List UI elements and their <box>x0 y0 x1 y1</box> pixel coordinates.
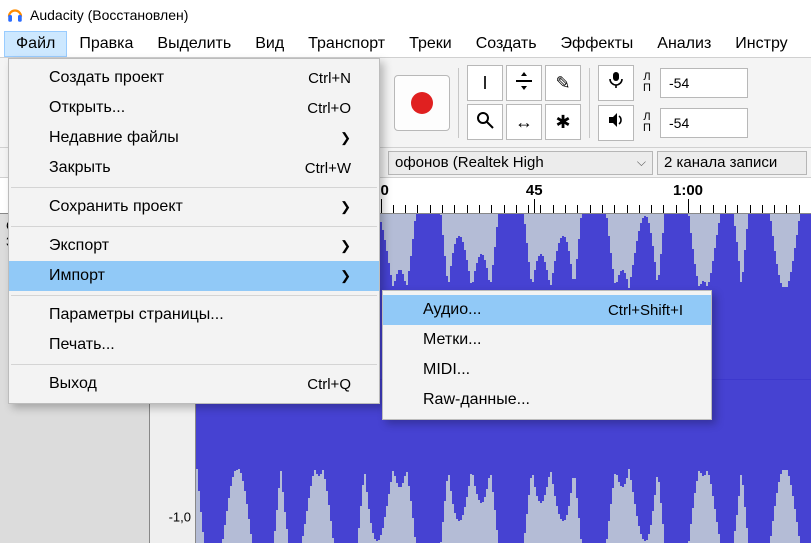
record-button[interactable] <box>394 75 450 131</box>
recording-meter[interactable]: -54 <box>660 68 748 98</box>
menu-tools[interactable]: Инстру <box>723 31 799 57</box>
edit-tool-grid: I ✎ ↔ ✱ <box>467 65 581 140</box>
menu-separator <box>11 226 377 227</box>
menubar: Файл Правка Выделить Вид Транспорт Треки… <box>0 30 811 58</box>
menu-item-print[interactable]: Печать... <box>9 330 379 360</box>
menu-item-label: Raw-данные... <box>423 391 530 409</box>
speaker-icon <box>607 111 625 134</box>
file-menu-dropdown: Создать проект Ctrl+N Открыть... Ctrl+O … <box>8 58 380 404</box>
speaker-meter-button[interactable] <box>598 105 634 141</box>
menu-item-exit[interactable]: Выход Ctrl+Q <box>9 369 379 399</box>
menu-item-label: Открыть... <box>49 99 125 117</box>
menu-item-save-project[interactable]: Сохранить проект ❯ <box>9 192 379 222</box>
menu-effects[interactable]: Эффекты <box>549 31 646 57</box>
submenu-arrow-icon: ❯ <box>300 238 351 254</box>
menu-item-recent[interactable]: Недавние файлы ❯ <box>9 123 379 153</box>
channels-value: 2 канала записи <box>664 154 777 171</box>
menu-transport[interactable]: Транспорт <box>296 31 397 57</box>
titlebar: Audacity (Восстановлен) <box>0 0 811 30</box>
draw-tool-button[interactable]: ✎ <box>545 65 581 101</box>
menu-item-label: Выход <box>49 375 97 393</box>
menu-generate[interactable]: Создать <box>464 31 549 57</box>
menu-item-label: Метки... <box>423 331 481 349</box>
toolbar-divider <box>458 68 459 138</box>
menu-item-import-midi[interactable]: MIDI... <box>383 355 711 385</box>
play-meter-value: -54 <box>669 115 689 131</box>
selection-tool-button[interactable]: I <box>467 65 503 101</box>
envelope-icon <box>514 71 534 96</box>
channels-select[interactable]: 2 канала записи <box>657 151 807 175</box>
microphone-icon <box>607 71 625 94</box>
menu-item-open[interactable]: Открыть... Ctrl+O <box>9 93 379 123</box>
menu-item-import-audio[interactable]: Аудио... Ctrl+Shift+I <box>383 295 711 325</box>
multi-tool-button[interactable]: ✱ <box>545 104 581 140</box>
menu-shortcut: Ctrl+Shift+I <box>568 302 683 319</box>
rec-channel-label: Л П <box>638 72 656 94</box>
mic-meter-button[interactable] <box>598 65 634 101</box>
timeshift-icon: ↔ <box>515 112 533 133</box>
submenu-arrow-icon: ❯ <box>300 130 351 146</box>
play-channel-label: Л П <box>638 112 656 134</box>
menu-item-label: Недавние файлы <box>49 129 179 147</box>
submenu-arrow-icon: ❯ <box>300 199 351 215</box>
menu-view[interactable]: Вид <box>243 31 296 57</box>
menu-select[interactable]: Выделить <box>145 31 243 57</box>
envelope-tool-button[interactable] <box>506 65 542 101</box>
menu-item-label: MIDI... <box>423 361 470 379</box>
menu-item-label: Экспорт <box>49 237 109 255</box>
menu-item-label: Закрыть <box>49 159 111 177</box>
meters: Л П -54 Л П -54 <box>598 65 748 141</box>
vscale-label: -1,0 <box>169 509 191 524</box>
timeline-tick-label: 1:00 <box>673 182 703 199</box>
menu-separator <box>11 187 377 188</box>
menu-item-import-labels[interactable]: Метки... <box>383 325 711 355</box>
timeline-tick-label: 45 <box>526 182 543 199</box>
record-icon <box>411 92 433 114</box>
menu-item-page-setup[interactable]: Параметры страницы... <box>9 300 379 330</box>
menu-item-import[interactable]: Импорт ❯ <box>9 261 379 291</box>
menu-shortcut: Ctrl+Q <box>267 376 351 393</box>
menu-item-label: Сохранить проект <box>49 198 183 216</box>
menu-shortcut: Ctrl+O <box>267 100 351 117</box>
submenu-arrow-icon: ❯ <box>300 268 351 284</box>
menu-file[interactable]: Файл <box>4 31 67 57</box>
menu-edit[interactable]: Правка <box>67 31 145 57</box>
rec-meter-value: -54 <box>669 75 689 91</box>
pencil-icon: ✎ <box>555 73 570 94</box>
menu-analyze[interactable]: Анализ <box>645 31 723 57</box>
menu-item-label: Аудио... <box>423 301 481 319</box>
magnifier-icon <box>475 110 495 135</box>
menu-item-import-raw[interactable]: Raw-данные... <box>383 385 711 415</box>
menu-item-close[interactable]: Закрыть Ctrl+W <box>9 153 379 183</box>
timeshift-tool-button[interactable]: ↔ <box>506 104 542 140</box>
menu-item-label: Параметры страницы... <box>49 306 224 324</box>
multi-icon: ✱ <box>555 112 570 133</box>
menu-item-label: Импорт <box>49 267 105 285</box>
window-title: Audacity (Восстановлен) <box>30 7 188 23</box>
menu-item-new-project[interactable]: Создать проект Ctrl+N <box>9 63 379 93</box>
playback-meter[interactable]: -54 <box>660 108 748 138</box>
toolbar-divider <box>589 68 590 138</box>
menu-shortcut: Ctrl+N <box>268 70 351 87</box>
menu-item-label: Печать... <box>49 336 115 354</box>
chevron-down-icon: ⌵ <box>637 155 646 170</box>
input-device-select[interactable]: офонов (Realtek High ⌵ <box>388 151 653 175</box>
menu-shortcut: Ctrl+W <box>265 160 351 177</box>
menu-item-label: Создать проект <box>49 69 164 87</box>
import-submenu: Аудио... Ctrl+Shift+I Метки... MIDI... R… <box>382 290 712 420</box>
zoom-tool-button[interactable] <box>467 104 503 140</box>
menu-item-export[interactable]: Экспорт ❯ <box>9 231 379 261</box>
menu-separator <box>11 295 377 296</box>
menu-tracks[interactable]: Треки <box>397 31 464 57</box>
ibeam-icon: I <box>482 73 487 94</box>
input-device-value: офонов (Realtek High <box>395 154 544 171</box>
app-icon <box>6 6 24 24</box>
menu-separator <box>11 364 377 365</box>
